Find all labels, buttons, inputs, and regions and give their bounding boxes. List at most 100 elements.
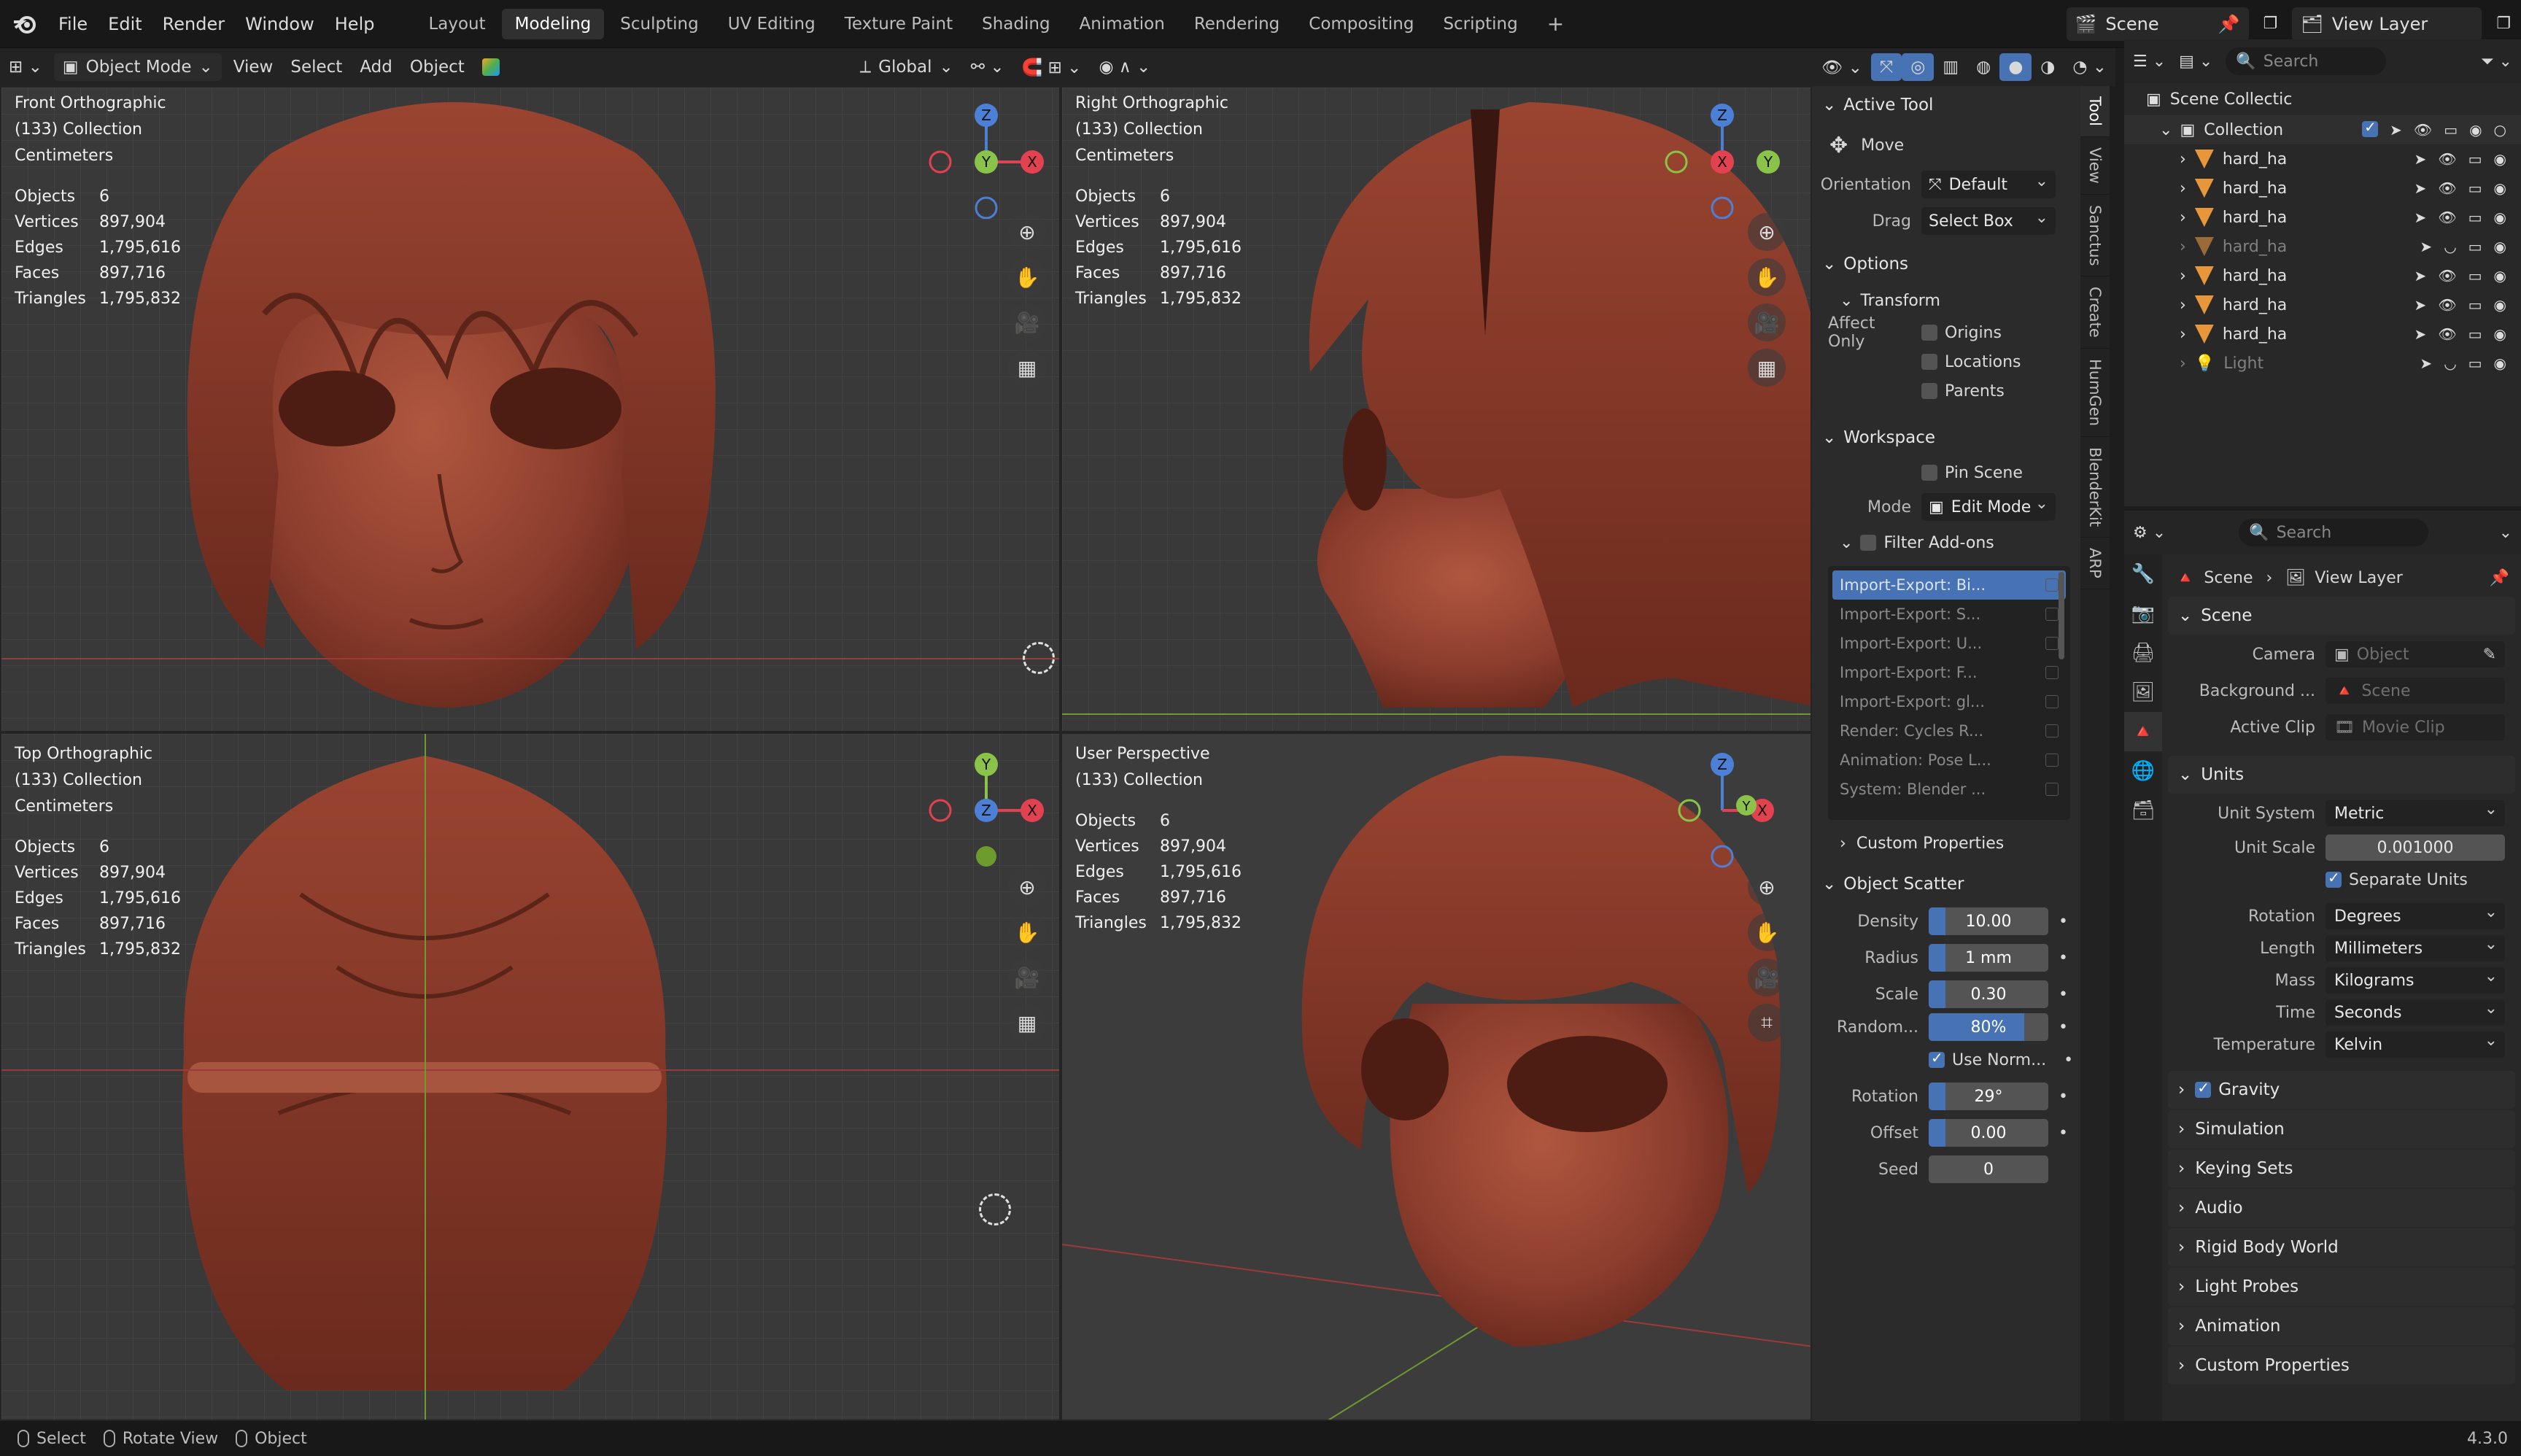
menu-select[interactable]: Select bbox=[282, 53, 351, 81]
addon-cube-icon[interactable] bbox=[473, 53, 508, 81]
eye-icon[interactable]: 👁 bbox=[2438, 267, 2456, 284]
tab-layout[interactable]: Layout bbox=[415, 9, 498, 39]
select-arrow-icon[interactable]: ➤ bbox=[2414, 325, 2426, 343]
collection-row[interactable]: ⌄▣Collection ➤👁▭◉○ bbox=[2124, 115, 2521, 144]
list-item[interactable]: Animation: Pose L... bbox=[1832, 746, 2066, 775]
navigation-gizmo[interactable]: Z Y X bbox=[1660, 95, 1784, 219]
background-field[interactable]: 🔺 Scene bbox=[2326, 678, 2505, 704]
collection-properties-icon[interactable]: 🗃 bbox=[2124, 791, 2162, 830]
visibility-icon[interactable]: 👁 ⌄ bbox=[1813, 53, 1871, 81]
tab-blenderkit[interactable]: BlenderKit bbox=[2080, 437, 2110, 538]
camera-icon[interactable]: ◉ bbox=[2494, 238, 2506, 255]
origins-checkbox[interactable] bbox=[1921, 325, 1937, 341]
menu-add[interactable]: Add bbox=[351, 53, 401, 81]
navigation-gizmo[interactable]: Y X Z bbox=[924, 748, 1048, 872]
tool-properties-icon[interactable]: 🔧 bbox=[2124, 554, 2162, 594]
list-item[interactable]: Import-Export: S... bbox=[1832, 600, 2066, 629]
use-normal-checkbox[interactable] bbox=[1929, 1049, 1945, 1068]
list-item[interactable]: Import-Export: gl... bbox=[1832, 687, 2066, 716]
camera-icon[interactable]: ◉ bbox=[2494, 267, 2506, 284]
camera-view-icon[interactable]: 🎥 bbox=[1748, 959, 1786, 996]
holdout-icon[interactable]: ○ bbox=[2494, 121, 2506, 139]
light-probes-section-header[interactable]: › Light Probes bbox=[2168, 1268, 2515, 1306]
tab-compositing[interactable]: Compositing bbox=[1296, 9, 1427, 39]
monitor-icon[interactable]: ▭ bbox=[2444, 121, 2458, 139]
editor-type-icon[interactable]: ⚙ ⌄ bbox=[2133, 524, 2166, 542]
wireframe-shading-icon[interactable]: ◍ bbox=[1967, 53, 1999, 81]
world-properties-icon[interactable]: 🌐 bbox=[2124, 751, 2162, 791]
pin-icon[interactable]: 📌 bbox=[2490, 569, 2509, 587]
table-row[interactable]: › hard_ha ➤ 👁 ▭ ◉ bbox=[2124, 290, 2521, 320]
camera-icon[interactable]: ◉ bbox=[2494, 355, 2506, 372]
menu-edit[interactable]: Edit bbox=[98, 14, 152, 34]
monitor-icon[interactable]: ▭ bbox=[2468, 325, 2482, 343]
tab-animation[interactable]: Animation bbox=[1066, 9, 1178, 39]
view-layer-selector[interactable]: 🗂 View Layer bbox=[2292, 7, 2482, 41]
random-slider[interactable]: 80% bbox=[1929, 1013, 2048, 1041]
menu-help[interactable]: Help bbox=[325, 14, 385, 34]
new-view-layer-icon[interactable]: ❐ bbox=[2496, 15, 2511, 33]
eye-icon[interactable]: 👁 bbox=[2438, 296, 2456, 314]
options-header[interactable]: ⌄ Options bbox=[1812, 245, 2080, 283]
workspace-header[interactable]: ⌄ Workspace bbox=[1812, 419, 2080, 457]
workspace-mode-dropdown[interactable]: ▣ Edit Mode bbox=[1921, 493, 2056, 521]
display-mode-icon[interactable]: ▤ ⌄ bbox=[2179, 53, 2212, 71]
animation-section-header[interactable]: › Animation bbox=[2168, 1307, 2515, 1345]
list-item[interactable]: Import-Export: U... bbox=[1832, 629, 2066, 658]
transform-subheader[interactable]: ⌄ Transform bbox=[1812, 283, 2080, 318]
tab-view[interactable]: View bbox=[2080, 137, 2110, 195]
time-dropdown[interactable]: Seconds bbox=[2326, 999, 2505, 1026]
viewport-front[interactable]: Front Orthographic (133) Collection Cent… bbox=[0, 86, 1061, 732]
eye-icon[interactable]: 👁 bbox=[2438, 150, 2456, 168]
list-item[interactable]: Render: Cycles R... bbox=[1832, 716, 2066, 746]
eyedropper-icon[interactable]: ✎ bbox=[2483, 646, 2496, 664]
options-chevron-icon[interactable]: ⌄ bbox=[2499, 524, 2512, 542]
pan-hand-icon[interactable]: ✋ bbox=[1748, 258, 1786, 296]
menu-render[interactable]: Render bbox=[152, 14, 235, 34]
camera-icon[interactable]: ◉ bbox=[2494, 150, 2506, 168]
proportional-edit-icon[interactable]: ◉ ∧ ⌄ bbox=[1090, 53, 1159, 81]
table-row[interactable]: › hard_ha ➤ 👁 ▭ ◉ bbox=[2124, 174, 2521, 203]
camera-field[interactable]: ▣ Object ✎ bbox=[2326, 641, 2505, 667]
list-scrollbar[interactable] bbox=[2059, 572, 2064, 659]
render-properties-icon[interactable]: 📷 bbox=[2124, 594, 2162, 633]
eye-icon[interactable]: 👁 bbox=[2414, 121, 2432, 139]
collection-checkbox[interactable] bbox=[2362, 118, 2379, 137]
eye-icon[interactable]: 👁 bbox=[2438, 209, 2456, 226]
pin-icon[interactable]: 📌 bbox=[2218, 14, 2240, 34]
overlay-toggle-icon[interactable]: ◎ bbox=[1902, 53, 1935, 81]
tab-rendering[interactable]: Rendering bbox=[1181, 9, 1293, 39]
tab-tool[interactable]: Tool bbox=[2080, 86, 2110, 137]
rigid-body-world-section-header[interactable]: › Rigid Body World bbox=[2168, 1228, 2515, 1266]
unit-system-dropdown[interactable]: Metric bbox=[2326, 800, 2505, 826]
tab-sanctus[interactable]: Sanctus bbox=[2080, 195, 2110, 277]
monitor-icon[interactable]: ▭ bbox=[2468, 267, 2482, 284]
menu-file[interactable]: File bbox=[48, 14, 98, 34]
scene-selector[interactable]: 🎬 Scene 📌 bbox=[2066, 7, 2249, 41]
parents-checkbox[interactable] bbox=[1921, 383, 1937, 399]
editor-type-icon[interactable]: ⊞ ⌄ bbox=[0, 53, 51, 81]
tab-create[interactable]: Create bbox=[2080, 276, 2110, 349]
ortho-grid-icon[interactable]: ▦ bbox=[1008, 1004, 1046, 1042]
tab-shading[interactable]: Shading bbox=[969, 9, 1063, 39]
scale-slider[interactable]: 0.30 bbox=[1929, 980, 2048, 1008]
eye-closed-icon[interactable]: ◡ bbox=[2444, 355, 2456, 372]
gravity-checkbox[interactable] bbox=[2195, 1079, 2212, 1098]
properties-search-input[interactable]: 🔍 Search bbox=[2239, 519, 2429, 546]
camera-icon[interactable]: ◉ bbox=[2494, 179, 2506, 197]
custom-properties-section-header[interactable]: › Custom Properties bbox=[2168, 1347, 2515, 1385]
editor-type-icon[interactable]: ☰ ⌄ bbox=[2133, 53, 2166, 71]
select-arrow-icon[interactable]: ➤ bbox=[2414, 179, 2426, 197]
viewport-top[interactable]: Top Orthographic (133) Collection Centim… bbox=[0, 732, 1061, 1421]
camera-icon[interactable]: ◉ bbox=[2494, 209, 2506, 226]
radius-slider[interactable]: 1 mm bbox=[1929, 944, 2048, 972]
monitor-icon[interactable]: ▭ bbox=[2468, 209, 2482, 226]
active-tool-row[interactable]: ✥ Move bbox=[1812, 124, 2080, 166]
eye-icon[interactable]: 👁 bbox=[2438, 325, 2456, 343]
table-row[interactable]: › hard_ha ➤ 👁 ▭ ◉ bbox=[2124, 320, 2521, 349]
snap-icon[interactable]: 🧲 ⊞ ⌄ bbox=[1013, 53, 1091, 81]
monitor-icon[interactable]: ▭ bbox=[2468, 150, 2482, 168]
offset-slider[interactable]: 0.00 bbox=[1929, 1119, 2048, 1147]
viewport-right[interactable]: Right Orthographic (133) Collection Cent… bbox=[1061, 86, 1812, 732]
drag-dropdown[interactable]: Select Box bbox=[1921, 207, 2056, 235]
